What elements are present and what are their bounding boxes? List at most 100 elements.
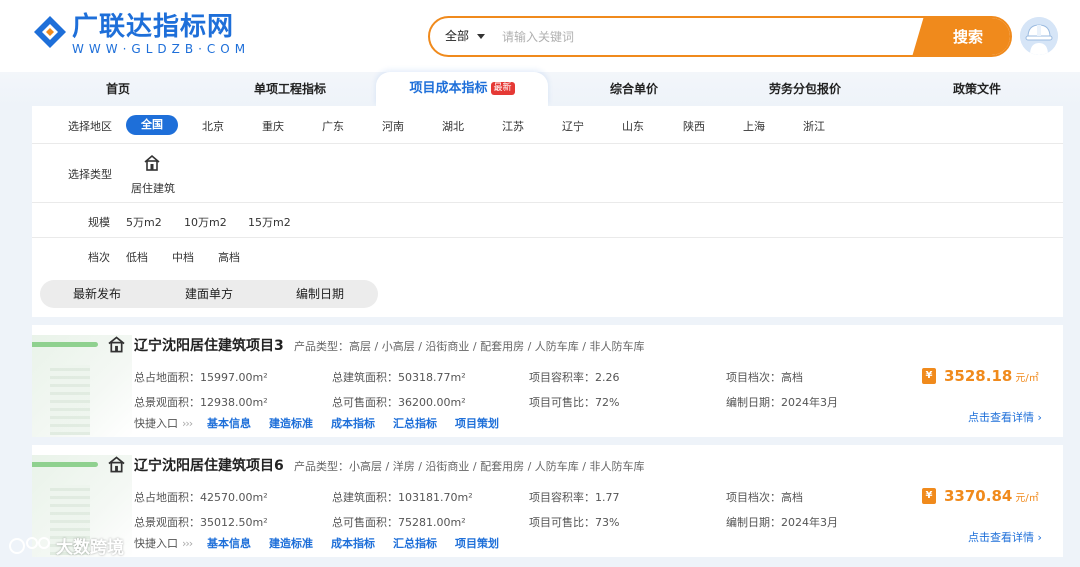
quick-link-cost-index[interactable]: 成本指标 xyxy=(331,415,375,431)
unit-price: ¥ 3370.84 元/㎡ xyxy=(922,487,1039,505)
scale-option[interactable]: 10万m2 xyxy=(184,214,227,230)
quick-link-basic-info[interactable]: 基本信息 xyxy=(207,415,251,431)
new-badge: 最新 xyxy=(490,82,515,95)
nav-label: 单项工程指标 xyxy=(253,82,326,96)
floor-area-ratio: 项目容积率：2.26 xyxy=(529,371,620,384)
region-option[interactable]: 河南 xyxy=(382,118,404,134)
saleable-area: 总可售面积：36200.00m² xyxy=(332,396,466,409)
land-area: 总占地面积：15997.00m² xyxy=(134,371,268,384)
nav-unit-price[interactable]: 综合单价 xyxy=(596,72,672,106)
project-grade: 项目档次：高档 xyxy=(726,491,803,504)
search-scope-select[interactable]: 全部 xyxy=(445,18,486,55)
sort-unit-area-cost[interactable]: 建面单方 xyxy=(185,280,233,308)
quick-link-project-plan[interactable]: 项目策划 xyxy=(455,535,499,551)
home-icon xyxy=(108,336,125,353)
nav-label: 首页 xyxy=(105,82,130,96)
logo-title: 广联达指标网 xyxy=(72,12,235,42)
type-label: 选择类型 xyxy=(68,168,112,181)
compile-date: 编制日期：2024年3月 xyxy=(726,396,838,409)
price-value: 3370.84 xyxy=(944,487,1013,505)
price-tag-icon: ¥ xyxy=(922,368,936,384)
project-title[interactable]: 辽宁沈阳居住建筑项目3 xyxy=(134,335,284,355)
grade-option[interactable]: 中档 xyxy=(172,249,194,265)
quick-link-summary-index[interactable]: 汇总指标 xyxy=(393,415,437,431)
nav-project-cost[interactable]: 项目成本指标 最新 xyxy=(376,72,548,106)
watermark-text: 大数跨境 xyxy=(56,538,124,558)
sort-bar: 最新发布 建面单方 编制日期 xyxy=(40,280,378,308)
worker-helmet-icon xyxy=(1020,17,1058,55)
nav-labor-quote[interactable]: 劳务分包报价 xyxy=(756,72,854,106)
land-area: 总占地面积：42570.00m² xyxy=(134,491,268,504)
saleable-ratio: 项目可售比：72% xyxy=(529,396,620,409)
region-option[interactable]: 广东 xyxy=(322,118,344,134)
nav-single-project[interactable]: 单项工程指标 xyxy=(240,72,340,106)
grade-label: 档次 xyxy=(88,251,110,264)
quick-entry: 快捷入口 ››› xyxy=(134,535,196,551)
region-option[interactable]: 江苏 xyxy=(502,118,524,134)
project-title[interactable]: 辽宁沈阳居住建筑项目6 xyxy=(134,455,284,475)
building-area: 总建筑面积：50318.77m² xyxy=(332,371,466,384)
card-accent-bar xyxy=(32,342,98,347)
quick-link-build-standard[interactable]: 建造标准 xyxy=(269,535,313,551)
quick-link-build-standard[interactable]: 建造标准 xyxy=(269,415,313,431)
region-option[interactable]: 山东 xyxy=(622,118,644,134)
quick-link-project-plan[interactable]: 项目策划 xyxy=(455,415,499,431)
price-unit: 元/㎡ xyxy=(1015,492,1039,504)
project-card[interactable]: 辽宁沈阳居住建筑项目3 产品类型：高层 / 小高层 / 沿街商业 / 配套用房 … xyxy=(32,325,1063,437)
product-type: 产品类型：小高层 / 洋房 / 沿街商业 / 配套用房 / 人防车库 / 非人防… xyxy=(294,460,645,473)
nav-label: 综合单价 xyxy=(609,82,658,96)
nav-label: 政策文件 xyxy=(952,82,1001,96)
nav-policy[interactable]: 政策文件 xyxy=(940,72,1014,106)
product-type: 产品类型：高层 / 小高层 / 沿街商业 / 配套用房 / 人防车库 / 非人防… xyxy=(294,340,645,353)
type-filter-row: 选择类型 居住建筑 xyxy=(32,144,1063,203)
quick-link-cost-index[interactable]: 成本指标 xyxy=(331,535,375,551)
sort-latest[interactable]: 最新发布 xyxy=(73,280,121,308)
saleable-area: 总可售面积：75281.00m² xyxy=(332,516,466,529)
price-unit: 元/㎡ xyxy=(1015,372,1039,384)
region-option[interactable]: 上海 xyxy=(743,118,765,134)
user-avatar[interactable] xyxy=(1020,17,1058,55)
landscape-area: 总景观面积：12938.00m² xyxy=(134,396,268,409)
region-option[interactable]: 北京 xyxy=(202,118,224,134)
nav-label: 项目成本指标 xyxy=(409,81,488,96)
site-logo[interactable]: 广联达指标网 WWW·GLDZB·COM xyxy=(32,12,250,58)
search-input[interactable] xyxy=(502,25,922,48)
nav-label: 劳务分包报价 xyxy=(768,82,841,96)
quick-link-basic-info[interactable]: 基本信息 xyxy=(207,535,251,551)
saleable-ratio: 项目可售比：73% xyxy=(529,516,620,529)
region-label: 选择地区 xyxy=(68,120,112,133)
main-nav: 首页 单项工程指标 项目成本指标 最新 综合单价 劳务分包报价 政策文件 xyxy=(0,72,1080,106)
grade-option[interactable]: 低档 xyxy=(126,249,148,265)
region-option[interactable]: 辽宁 xyxy=(562,118,584,134)
region-option[interactable]: 浙江 xyxy=(803,118,825,134)
chevrons-right-icon: ››› xyxy=(182,537,193,550)
site-header: 广联达指标网 WWW·GLDZB·COM 全部 搜索 xyxy=(0,0,1080,72)
grade-option[interactable]: 高档 xyxy=(218,249,240,265)
quick-entry-label: 快捷入口 xyxy=(134,537,178,550)
nav-home[interactable]: 首页 xyxy=(88,72,148,106)
type-option-residential[interactable]: 居住建筑 xyxy=(131,180,175,196)
region-option[interactable]: 陕西 xyxy=(683,118,705,134)
project-card[interactable]: 辽宁沈阳居住建筑项目6 产品类型：小高层 / 洋房 / 沿街商业 / 配套用房 … xyxy=(32,445,1063,557)
region-filter-row: 选择地区 全国 北京 重庆 广东 河南 湖北 江苏 辽宁 山东 陕西 上海 浙江 xyxy=(32,106,1063,144)
unit-price: ¥ 3528.18 元/㎡ xyxy=(922,367,1039,385)
region-option[interactable]: 全国 xyxy=(126,115,178,135)
search-scope-label: 全部 xyxy=(445,29,470,43)
scale-option[interactable]: 15万m2 xyxy=(248,214,291,230)
region-option[interactable]: 重庆 xyxy=(262,118,284,134)
view-details-link[interactable]: 点击查看详情 › xyxy=(968,529,1042,545)
quick-link-summary-index[interactable]: 汇总指标 xyxy=(393,535,437,551)
logo-url: WWW·GLDZB·COM xyxy=(72,42,251,56)
scale-label: 规模 xyxy=(88,216,110,229)
search-button[interactable]: 搜索 xyxy=(912,18,1010,55)
compile-date: 编制日期：2024年3月 xyxy=(726,516,838,529)
chevrons-right-icon: ››› xyxy=(182,417,193,430)
project-grade: 项目档次：高档 xyxy=(726,371,803,384)
region-option[interactable]: 湖北 xyxy=(442,118,464,134)
residential-building-icon[interactable] xyxy=(143,154,161,172)
sort-date[interactable]: 编制日期 xyxy=(296,280,344,308)
view-details-link[interactable]: 点击查看详情 › xyxy=(968,409,1042,425)
scale-option[interactable]: 5万m2 xyxy=(126,214,162,230)
building-area: 总建筑面积：103181.70m² xyxy=(332,491,473,504)
scale-filter-row: 规模 5万m2 10万m2 15万m2 xyxy=(32,203,1063,238)
